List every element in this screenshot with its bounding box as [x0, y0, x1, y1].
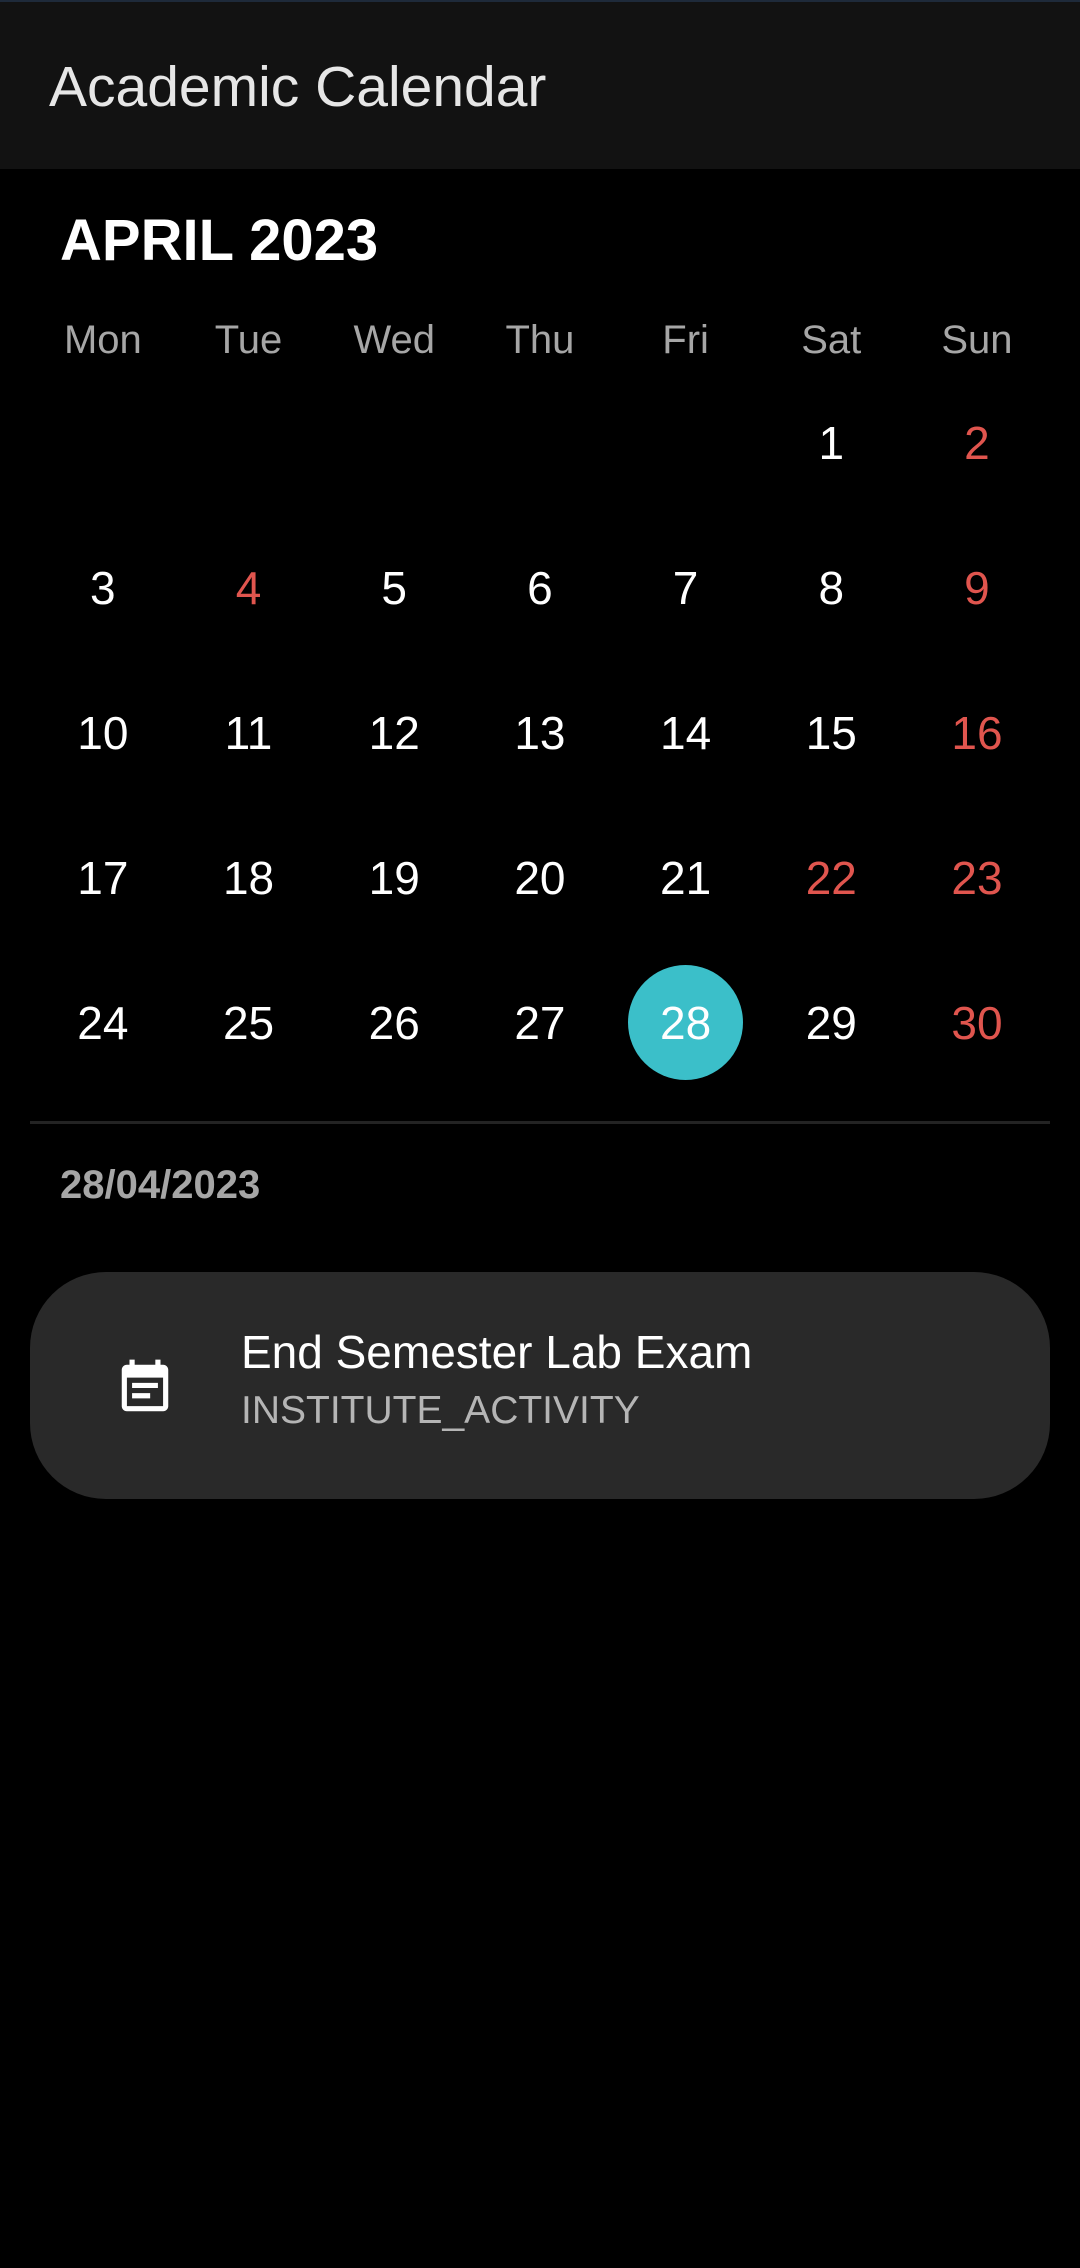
day-cell: 8	[758, 515, 904, 660]
day-24[interactable]: 24	[45, 965, 160, 1080]
day-5[interactable]: 5	[337, 530, 452, 645]
day-15[interactable]: 15	[774, 675, 889, 790]
day-cell: 30	[904, 950, 1050, 1095]
day-cell: 25	[176, 950, 322, 1095]
empty-cell	[613, 370, 759, 515]
event-title: End Semester Lab Exam	[241, 1326, 753, 1378]
day-cell: 26	[321, 950, 467, 1095]
day-21[interactable]: 21	[628, 820, 743, 935]
weekday-mon: Mon	[63, 318, 142, 362]
day-14[interactable]: 14	[628, 675, 743, 790]
day-6[interactable]: 6	[482, 530, 597, 645]
empty-cell	[467, 370, 613, 515]
selected-date-label: 28/04/2023	[60, 1163, 261, 1207]
day-cell: 5	[321, 515, 467, 660]
day-cell: 29	[758, 950, 904, 1095]
day-25[interactable]: 25	[191, 965, 306, 1080]
day-cell: 18	[176, 805, 322, 950]
day-cell: 17	[30, 805, 176, 950]
day-16[interactable]: 16	[919, 675, 1034, 790]
day-cell: 24	[30, 950, 176, 1095]
weekday-wed: Wed	[353, 318, 435, 362]
event-type: INSTITUTE_ACTIVITY	[241, 1389, 640, 1432]
weekday-sat: Sat	[801, 318, 862, 362]
event-note-icon	[121, 1359, 169, 1412]
day-cell: 13	[467, 660, 613, 805]
empty-cell	[30, 370, 176, 515]
event-card[interactable]: End Semester Lab Exam INSTITUTE_ACTIVITY	[30, 1272, 1050, 1499]
day-27[interactable]: 27	[482, 965, 597, 1080]
day-13[interactable]: 13	[482, 675, 597, 790]
day-20[interactable]: 20	[482, 820, 597, 935]
day-17[interactable]: 17	[45, 820, 160, 935]
empty-cell	[321, 370, 467, 515]
day-30[interactable]: 30	[919, 965, 1034, 1080]
weekday-thu: Thu	[505, 318, 575, 362]
day-cell: 10	[30, 660, 176, 805]
day-28-selected[interactable]: 28	[628, 965, 744, 1080]
day-29[interactable]: 29	[774, 965, 889, 1080]
day-12[interactable]: 12	[337, 675, 452, 790]
day-4[interactable]: 4	[191, 530, 306, 645]
day-cell: 14	[613, 660, 759, 805]
day-22[interactable]: 22	[774, 820, 889, 935]
divider	[30, 1121, 1050, 1124]
day-cell: 6	[467, 515, 613, 660]
day-cell: 15	[758, 660, 904, 805]
day-cell: 19	[321, 805, 467, 950]
day-11[interactable]: 11	[191, 675, 306, 790]
day-cell: 20	[467, 805, 613, 950]
month-title: APRIL 2023	[60, 208, 379, 273]
day-cell: 9	[904, 515, 1050, 660]
app-title: Academic Calendar	[49, 55, 547, 119]
day-cell: 1	[758, 370, 904, 515]
day-26[interactable]: 26	[337, 965, 452, 1080]
day-8[interactable]: 8	[774, 530, 889, 645]
day-3[interactable]: 3	[45, 530, 160, 645]
weekday-sun: Sun	[941, 318, 1013, 362]
day-cell: 23	[904, 805, 1050, 950]
weekday-tue: Tue	[214, 318, 283, 362]
day-cell: 3	[30, 515, 176, 660]
app-bar: Academic Calendar	[0, 2, 1080, 169]
day-cell: 4	[176, 515, 322, 660]
day-cell: 11	[176, 660, 322, 805]
day-cell: 12	[321, 660, 467, 805]
calendar-grid: 1 2 3 4 5 6 7 8 9 10 11 12 13 14 15 16 17 18 19 20 21 22 23 24 2…	[30, 370, 1050, 1095]
day-cell: 22	[758, 805, 904, 950]
weekday-header: Mon Tue Wed Thu Fri Sat Sun	[30, 310, 1050, 370]
day-10[interactable]: 10	[45, 675, 160, 790]
day-19[interactable]: 19	[337, 820, 452, 935]
day-cell: 2	[904, 370, 1050, 515]
day-cell: 21	[613, 805, 759, 950]
weekday-fri: Fri	[662, 318, 709, 362]
day-2[interactable]: 2	[919, 385, 1034, 500]
day-1[interactable]: 1	[774, 385, 889, 500]
day-cell: 28	[613, 950, 759, 1095]
empty-cell	[176, 370, 322, 515]
day-cell: 7	[613, 515, 759, 660]
day-23[interactable]: 23	[919, 820, 1034, 935]
day-cell: 27	[467, 950, 613, 1095]
day-9[interactable]: 9	[919, 530, 1034, 645]
day-18[interactable]: 18	[191, 820, 306, 935]
day-cell: 16	[904, 660, 1050, 805]
day-7[interactable]: 7	[628, 530, 743, 645]
